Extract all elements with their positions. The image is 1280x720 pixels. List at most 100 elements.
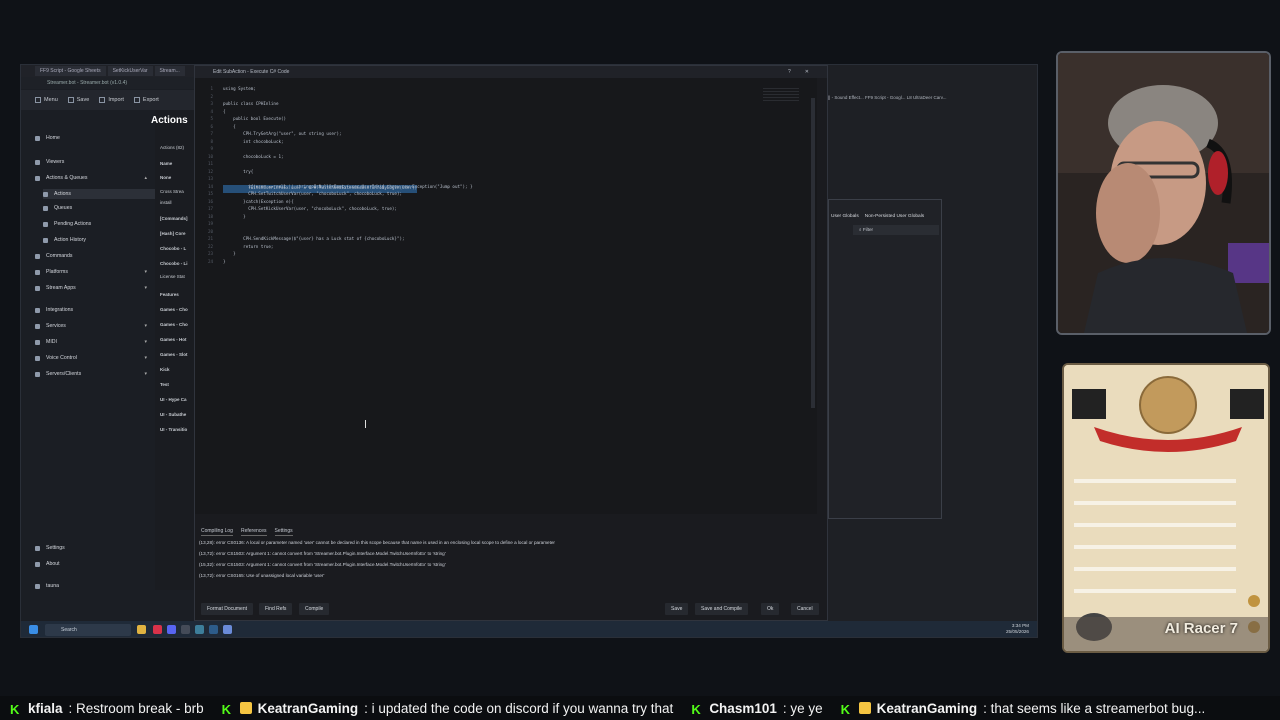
app-icon[interactable] [181, 625, 190, 634]
sidebar-item-actions-queues[interactable]: Actions & Queues ▴ [35, 175, 155, 181]
code-line[interactable]: CPH.SetTwitchUserVar(user, "chocoboLuck"… [223, 191, 783, 199]
list-item[interactable]: UI - Hype Ca [160, 397, 187, 402]
sidebar-item-voice-control[interactable]: Voice Control ▾ [35, 355, 155, 361]
code-line[interactable]: CPH.SetKickUserVar(user, "chocoboLuck", … [223, 206, 783, 214]
code-line[interactable]: public class CPHInline [223, 101, 783, 109]
import-button[interactable]: Import [99, 97, 124, 103]
sidebar-item-services[interactable]: Services ▾ [35, 323, 155, 329]
app-icon[interactable] [195, 625, 204, 634]
code-line[interactable]: CPH.TryGetArg("user", out string user); [223, 131, 783, 139]
obs-icon[interactable] [209, 625, 218, 634]
sidebar-item-viewers[interactable]: Viewers [35, 159, 155, 165]
browser-tab[interactable]: Stream... [154, 66, 185, 76]
list-item[interactable]: Chocobo - Li [160, 261, 188, 266]
list-item[interactable]: Chocobo - L [160, 246, 186, 251]
streamerbot-icon[interactable] [223, 625, 232, 634]
sidebar-item-integrations[interactable]: Integrations [35, 307, 155, 313]
file-explorer-icon[interactable] [137, 625, 146, 634]
sidebar-item-about[interactable]: About [35, 561, 155, 567]
list-item[interactable]: None [160, 175, 171, 180]
code-line[interactable]: chocoboLuck = 1; [223, 154, 783, 162]
tab-settings[interactable]: Settings [274, 528, 293, 536]
tab-references[interactable]: References [240, 528, 267, 536]
tab-non-persisted-globals[interactable]: Non-Persisted User Globals [865, 214, 924, 219]
code-line[interactable]: return true; [223, 244, 783, 252]
log-line[interactable]: (13,72): error CS1503: Argument 1: canno… [199, 551, 819, 562]
list-item[interactable]: [Commands] [160, 216, 188, 221]
code-line[interactable]: CPH.SendKickMessage($"{user} has a Luck … [223, 236, 783, 244]
code-line[interactable]: public bool Execute() [223, 116, 783, 124]
voice-icon [35, 355, 40, 361]
code-line[interactable]: }catch(Exception e){ [223, 199, 783, 207]
code-line[interactable]: } [223, 259, 783, 267]
list-item[interactable]: UI - Transitio [160, 427, 187, 432]
sidebar-item-servers-clients[interactable]: Servers/Clients ▾ [35, 371, 155, 377]
save-button[interactable]: Save [67, 97, 89, 103]
compile-button[interactable]: Compile [299, 603, 330, 615]
code-line[interactable]: } [223, 251, 783, 259]
sidebar-item-user[interactable]: tauna [35, 583, 155, 589]
sidebar-item-platforms[interactable]: Platforms ▾ [35, 269, 155, 275]
line-number: 6 [210, 123, 213, 129]
export-button[interactable]: Export [133, 97, 159, 103]
code-line[interactable]: using System; [223, 86, 783, 94]
list-item[interactable]: Games - Cho [160, 307, 188, 312]
browser-tab[interactable]: SetKickUserVar [107, 66, 153, 76]
list-item[interactable]: Features [160, 292, 179, 297]
list-item[interactable]: Games - Slot [160, 352, 188, 357]
list-item[interactable]: Kick [160, 367, 170, 372]
list-item[interactable]: Games - Hot [160, 337, 187, 342]
filter-input[interactable]: ⌕ Filter [853, 225, 939, 235]
windows-start-icon[interactable] [29, 625, 38, 634]
sidebar-item-queues[interactable]: Queues [43, 205, 163, 211]
code-area[interactable]: 1 2 3 4 5 6 7 8 9 10 11 12 13 14 15 16 17 18 19 20 21 22 23 24 … [195, 78, 817, 514]
sidebar-item-stream-apps[interactable]: Stream Apps ▾ [35, 285, 155, 291]
browser-tab[interactable]: FF9 Script - Google Sheets [35, 66, 106, 76]
ok-button[interactable]: Ok [761, 603, 780, 615]
sidebar-item-actions[interactable]: Actions [43, 189, 163, 199]
save-and-compile-button[interactable]: Save and Compile [695, 603, 748, 615]
code-lines[interactable]: using System; public class CPHInline{ pub… [223, 86, 783, 266]
menu-button[interactable]: Menu [35, 97, 58, 103]
table-header[interactable]: Name [160, 161, 172, 166]
system-tray[interactable]: 3:34 PM 25/05/2026 [1006, 623, 1029, 635]
list-item[interactable]: Cross Strea [160, 189, 184, 194]
tab-user-globals[interactable]: User Globals [831, 214, 859, 219]
code-line[interactable] [223, 146, 783, 154]
sidebar-item-home[interactable]: Home [35, 135, 155, 141]
scrollbar[interactable] [811, 98, 815, 408]
search-input[interactable]: Search [45, 624, 131, 636]
list-item[interactable]: [Hash] Core [160, 231, 186, 236]
code-line[interactable] [223, 229, 783, 237]
help-icon[interactable]: ? [788, 69, 791, 75]
save-button[interactable]: Save [665, 603, 689, 615]
app-icon[interactable] [153, 625, 162, 634]
sidebar-item-commands[interactable]: Commands [35, 253, 155, 259]
list-item[interactable]: Test [160, 382, 169, 387]
sidebar-item-action-history[interactable]: Action History [43, 237, 163, 243]
code-line[interactable]: } [223, 214, 783, 222]
code-line[interactable]: int chocoboLuck; [223, 139, 783, 147]
find-refs-button[interactable]: Find Refs [259, 603, 293, 615]
log-line[interactable]: (13,28): error CS0136: A local or parame… [199, 540, 819, 551]
code-line[interactable] [223, 94, 783, 102]
code-line[interactable]: { [223, 124, 783, 132]
list-item[interactable]: UI - Subathe [160, 412, 186, 417]
code-line[interactable]: { [223, 109, 783, 117]
log-line[interactable]: (15,32): error CS1503: Argument 1: canno… [199, 562, 819, 573]
sidebar-item-settings[interactable]: Settings [35, 545, 155, 551]
close-icon[interactable]: ✕ [805, 69, 809, 75]
format-document-button[interactable]: Format Document [201, 603, 254, 615]
discord-icon[interactable] [167, 625, 176, 634]
log-line[interactable]: (13,72): error CS0165: Use of unassigned… [199, 573, 819, 584]
sidebar-item-pending-actions[interactable]: Pending Actions [43, 221, 163, 227]
cancel-button[interactable]: Cancel [791, 603, 819, 615]
code-line[interactable]: try{ [223, 169, 783, 177]
code-line[interactable] [223, 221, 783, 229]
sidebar-item-midi[interactable]: MIDI ▾ [35, 339, 155, 345]
list-item[interactable]: Games - Cho [160, 322, 188, 327]
list-item[interactable]: install [160, 200, 172, 205]
list-item[interactable]: License Stat [160, 274, 185, 279]
code-line[interactable] [223, 161, 783, 169]
tab-compiling-log[interactable]: Compiling Log [201, 528, 233, 536]
